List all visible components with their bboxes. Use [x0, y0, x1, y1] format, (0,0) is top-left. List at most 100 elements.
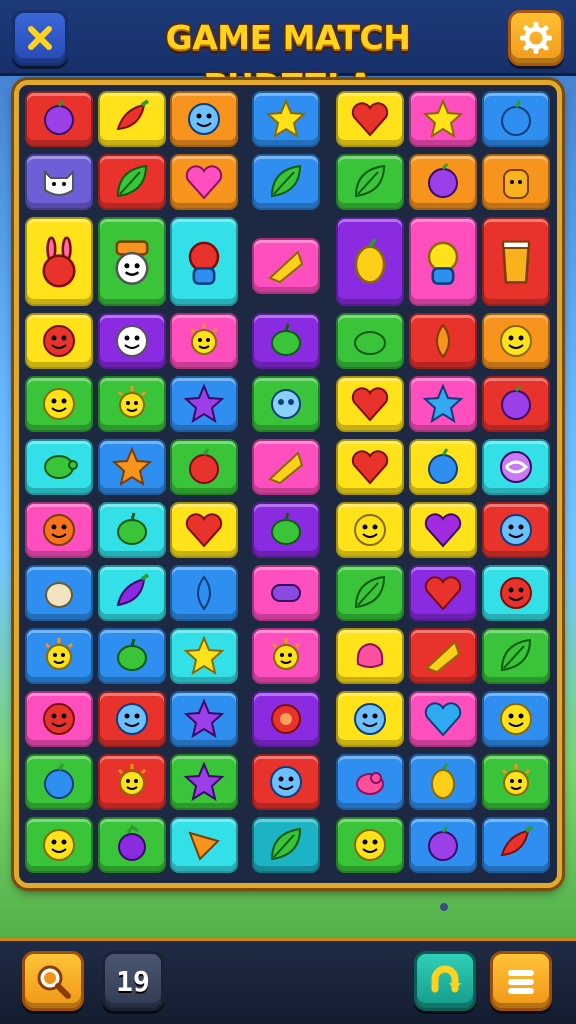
tile-white-smiley[interactable] — [98, 313, 166, 369]
tile-yellow-smiley[interactable] — [336, 502, 404, 558]
tile-purple-berry[interactable] — [409, 154, 477, 210]
tile-green-leaf[interactable] — [98, 154, 166, 210]
game-board — [14, 80, 562, 888]
tile-purple-berry[interactable] — [25, 91, 93, 147]
tile-green-leaf[interactable] — [252, 154, 320, 210]
tile-blue-star[interactable] — [409, 376, 477, 432]
close-x-icon — [28, 26, 52, 50]
tile-yellow-smiley[interactable] — [482, 691, 550, 747]
green-leaf-icon — [354, 575, 386, 609]
tile-yellow-smiley[interactable] — [25, 376, 93, 432]
tile-green-blob[interactable] — [336, 313, 404, 369]
tile-green-leaf[interactable] — [482, 628, 550, 684]
magnifier-hint-icon — [37, 965, 71, 999]
tile-orange-creature[interactable] — [482, 154, 550, 210]
tile-blue-smiley[interactable] — [170, 91, 238, 147]
tile-blue-smiley[interactable] — [98, 691, 166, 747]
tile-red-heart[interactable] — [170, 502, 238, 558]
tile-pink-swirl[interactable] — [482, 439, 550, 495]
tile-purple-pill[interactable] — [252, 565, 320, 621]
tile-yellow-smiley[interactable] — [482, 313, 550, 369]
tile-pink-heart[interactable] — [170, 154, 238, 210]
tile-pink-blob[interactable] — [336, 628, 404, 684]
tile-green-berry[interactable] — [98, 628, 166, 684]
tile-yellow-squash[interactable] — [409, 754, 477, 810]
tile-yellow-sun[interactable] — [482, 754, 550, 810]
moves-value: 19 — [116, 964, 150, 998]
undo-button[interactable] — [414, 951, 476, 1011]
tile-purple-star[interactable] — [170, 376, 238, 432]
tile-blue-drop[interactable] — [170, 565, 238, 621]
tile-yellow-wedge[interactable] — [409, 628, 477, 684]
tile-green-leaf[interactable] — [336, 565, 404, 621]
tile-blue-smiley[interactable] — [482, 502, 550, 558]
close-button[interactable] — [12, 10, 68, 66]
tile-purple-heart[interactable] — [409, 502, 477, 558]
tile-purple-grape[interactable] — [98, 817, 166, 873]
tile-red-bunny[interactable] — [25, 217, 93, 306]
tile-red-heart[interactable] — [409, 565, 477, 621]
tile-red-monster[interactable] — [170, 217, 238, 306]
tile-red-chili[interactable] — [482, 817, 550, 873]
tile-yellow-sun[interactable] — [98, 376, 166, 432]
tile-red-heart[interactable] — [336, 91, 404, 147]
hint-button[interactable] — [22, 951, 84, 1011]
tile-purple-star[interactable] — [170, 691, 238, 747]
tile-purple-berry[interactable] — [409, 817, 477, 873]
tile-blue-berry[interactable] — [25, 754, 93, 810]
tile-green-berry[interactable] — [252, 313, 320, 369]
tile-red-heart[interactable] — [336, 439, 404, 495]
tile-red-smiley[interactable] — [25, 313, 93, 369]
tile-red-berry[interactable] — [170, 439, 238, 495]
tile-yellow-squash[interactable] — [336, 217, 404, 306]
tile-purple-chili[interactable] — [98, 565, 166, 621]
tile-yellow-sun[interactable] — [252, 628, 320, 684]
tile-hat-smiley[interactable] — [98, 217, 166, 306]
tile-blue-smiley[interactable] — [252, 754, 320, 810]
tile-green-leaf[interactable] — [336, 154, 404, 210]
tile-orange-star[interactable] — [98, 439, 166, 495]
tile-yellow-sun[interactable] — [98, 754, 166, 810]
tile-red-smiley[interactable] — [25, 691, 93, 747]
menu-button[interactable] — [490, 951, 552, 1011]
tile-blue-ghost[interactable] — [252, 376, 320, 432]
tile-blue-heart[interactable] — [409, 691, 477, 747]
tile-green-turtle[interactable] — [25, 439, 93, 495]
tile-cream-shell[interactable] — [25, 565, 93, 621]
tile-yellow-star[interactable] — [170, 628, 238, 684]
tile-red-heart[interactable] — [336, 376, 404, 432]
tile-green-leaf[interactable] — [252, 817, 320, 873]
settings-button[interactable] — [508, 10, 564, 66]
tile-pink-bird[interactable] — [336, 754, 404, 810]
tile-yellow-smiley[interactable] — [336, 817, 404, 873]
tile-yellow-sun[interactable] — [25, 628, 93, 684]
tile-yellow-wedge[interactable] — [252, 439, 320, 495]
tile-green-berry[interactable] — [252, 502, 320, 558]
tile-green-berry[interactable] — [98, 502, 166, 558]
tile-orange-cup[interactable] — [482, 217, 550, 306]
tile-white-cat[interactable] — [25, 154, 93, 210]
blue-monster-icon — [427, 241, 459, 285]
tile-red-ball[interactable] — [252, 691, 320, 747]
tile-yellow-smiley[interactable] — [25, 817, 93, 873]
red-ball-icon — [271, 704, 301, 734]
blue-drop-icon — [197, 575, 211, 611]
tile-blue-berry[interactable] — [482, 91, 550, 147]
tile-orange-wedge[interactable] — [170, 817, 238, 873]
tile-purple-berry[interactable] — [482, 376, 550, 432]
tile-orange-drop[interactable] — [409, 313, 477, 369]
tile-blue-monster[interactable] — [409, 217, 477, 306]
game-title: GAME MATCH PUDZZLA — [165, 18, 411, 105]
tile-yellow-star[interactable] — [409, 91, 477, 147]
tile-red-smiley[interactable] — [482, 565, 550, 621]
tile-yellow-sun[interactable] — [170, 313, 238, 369]
tile-yellow-wedge[interactable] — [252, 237, 320, 294]
tile-yellow-star[interactable] — [252, 91, 320, 147]
tile-red-chili[interactable] — [98, 91, 166, 147]
pink-swirl-icon — [500, 451, 532, 483]
tile-orange-smiley[interactable] — [25, 502, 93, 558]
green-berry-icon — [271, 323, 301, 356]
tile-purple-star[interactable] — [170, 754, 238, 810]
tile-blue-berry[interactable] — [409, 439, 477, 495]
tile-blue-smiley[interactable] — [336, 691, 404, 747]
